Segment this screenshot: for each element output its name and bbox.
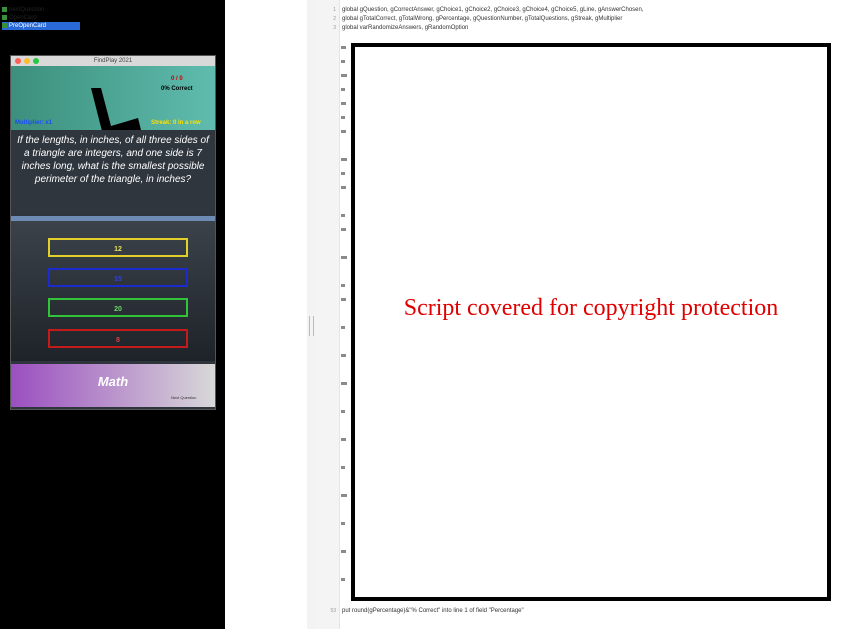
line-number: 3 xyxy=(333,25,336,31)
category-label: Math xyxy=(97,374,129,389)
quiz-app-window: FindPlay 2021 0 / 0 0% Correct Multiplie… xyxy=(10,55,216,410)
answers-panel: 12 15 20 8 xyxy=(11,221,215,361)
code-line[interactable]: global gQuestion, gCorrectAnswer, gChoic… xyxy=(342,6,644,14)
handler-icon xyxy=(2,14,7,20)
splitter-grip-icon[interactable] xyxy=(309,316,314,336)
handler-icon xyxy=(2,22,7,28)
answer-button-1[interactable]: 12 xyxy=(48,238,188,257)
handler-item-open-card[interactable]: OpenCard xyxy=(2,14,80,22)
handler-item-next-question[interactable]: nextQuestion xyxy=(2,6,80,14)
copyright-notice: Script covered for copyright protection xyxy=(403,295,779,321)
question-panel: If the lengths, in inches, of all three … xyxy=(11,130,215,214)
handler-icon xyxy=(2,6,7,12)
handler-label: PreOpenCard xyxy=(9,23,47,29)
script-handler-list xyxy=(225,0,308,629)
answer-button-4[interactable]: 8 xyxy=(48,329,188,348)
percent-correct-readout: 0% Correct xyxy=(161,86,193,92)
answer-button-2[interactable]: 15 xyxy=(48,268,188,287)
code-line[interactable]: global gTotalCorrect, gTotalWrong, gPerc… xyxy=(342,15,622,23)
question-text: If the lengths, in inches, of all three … xyxy=(17,135,209,185)
line-number: 2 xyxy=(333,16,336,22)
code-line[interactable]: put round(gPercentage)&"% Correct" into … xyxy=(342,607,524,615)
category-button[interactable]: Math Next Question xyxy=(11,364,215,407)
next-question-label[interactable]: Next Question xyxy=(171,395,196,400)
handler-label: nextQuestion xyxy=(9,7,45,13)
handler-item-pre-open-card[interactable]: PreOpenCard xyxy=(2,22,80,30)
line-number: 1 xyxy=(333,7,336,13)
answer-button-3[interactable]: 20 xyxy=(48,298,188,317)
streak-readout: Streak: 0 in a row xyxy=(151,120,201,126)
window-title: FindPlay 2021 xyxy=(93,58,133,64)
multiplier-readout: Multiplier: x1 xyxy=(15,120,53,126)
handler-label: OpenCard xyxy=(9,15,37,21)
score-readout: 0 / 0 xyxy=(171,76,183,82)
line-number-gutter xyxy=(315,0,340,629)
line-number: 53 xyxy=(330,608,336,614)
header-panel: 0 / 0 0% Correct Multiplier: x1 Streak: … xyxy=(11,66,215,143)
code-line[interactable]: global varRandomizeAnswers, gRandomOptio… xyxy=(342,24,468,32)
